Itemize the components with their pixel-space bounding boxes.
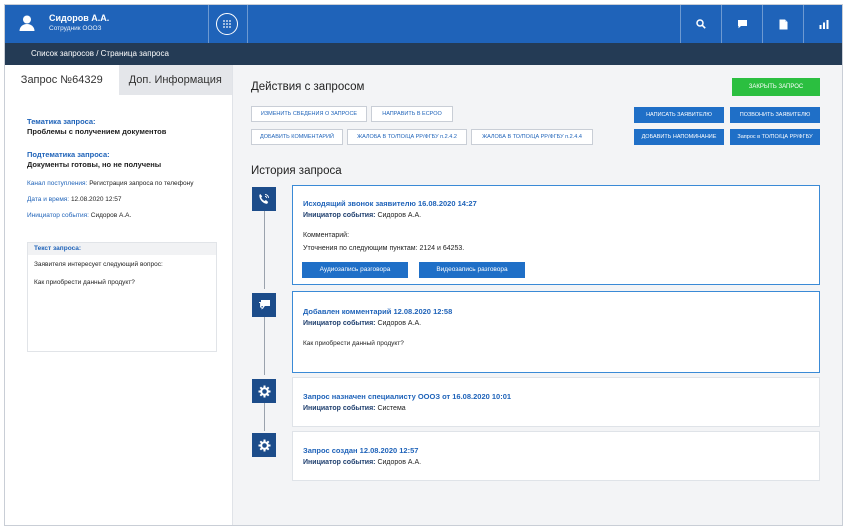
request-text-line: Заявителя интересует следующий вопрос: — [34, 261, 163, 268]
channel-row: Канал поступления: Регистрация запроса п… — [5, 179, 232, 188]
user-icon — [15, 11, 39, 35]
history-item-title[interactable]: Запрос создан 12.08.2020 12:57 — [303, 446, 418, 455]
initiator-label: Инициатор события: — [27, 212, 89, 219]
details-tabs: Запрос №64329 Доп. Информация — [5, 65, 232, 95]
history-item-title[interactable]: Исходящий звонок заявителю 16.08.2020 14… — [303, 199, 477, 208]
datetime-value: 12.08.2020 12:57 — [70, 196, 122, 203]
close-request-button[interactable]: ЗАКРЫТЬ ЗАПРОС — [732, 78, 820, 96]
gear-icon — [252, 379, 276, 403]
history-item-title[interactable]: Запрос назначен специалисту ОООЗ от 16.0… — [303, 392, 511, 401]
topic-field: Тематика запроса: Проблемы с получением … — [5, 117, 232, 137]
history-item-initiator: Инициатор события: Сидоров А.А. — [303, 212, 421, 219]
channel-label: Канал поступления: — [27, 180, 88, 187]
tab-additional-info[interactable]: Доп. Информация — [118, 65, 232, 95]
subtopic-label: Подтематика запроса: — [27, 150, 110, 159]
initiator-value: Сидоров А.А. — [90, 212, 132, 219]
initiator-label: Инициатор события: — [303, 405, 376, 412]
history-item: Добавлен комментарий 12.08.2020 12:58 Ин… — [292, 291, 820, 373]
topic-label: Тематика запроса: — [27, 117, 96, 126]
timeline-connector — [264, 317, 265, 375]
datetime-row: Дата и время: 12.08.2020 12:57 — [5, 195, 232, 204]
history-item: Запрос назначен специалисту ОООЗ от 16.0… — [292, 377, 820, 427]
comment-text: Как приобрести данный продукт? — [303, 340, 404, 347]
initiator-value: Система — [377, 405, 406, 412]
add-reminder-button[interactable]: ДОБАВИТЬ НАПОМИНАНИЕ — [634, 129, 724, 145]
timeline-connector — [264, 211, 265, 289]
header-divider — [208, 5, 209, 43]
initiator-label: Инициатор события: — [303, 212, 376, 219]
user-name: Сидоров А.А. — [49, 12, 110, 23]
history-item-title[interactable]: Добавлен комментарий 12.08.2020 12:58 — [303, 307, 452, 316]
history-title: История запроса — [251, 165, 342, 177]
user-block[interactable]: Сидоров А.А. Сотрудник ОООЗ — [15, 11, 109, 35]
comment-icon — [252, 293, 276, 317]
topic-value: Проблемы с получением документов — [27, 127, 167, 136]
add-comment-button[interactable]: ДОБАВИТЬ КОММЕНТАРИЙ — [251, 129, 343, 145]
request-details-panel: Запрос №64329 Доп. Информация Тематика з… — [5, 65, 233, 525]
initiator-row: Инициатор события: Сидоров А.А. — [5, 211, 232, 220]
initiator-label: Инициатор события: — [303, 459, 376, 466]
change-info-button[interactable]: ИЗМЕНИТЬ СВЕДЕНИЯ О ЗАПРОСЕ — [251, 106, 367, 122]
header-divider — [247, 5, 248, 43]
request-text-label: Текст запроса: — [28, 243, 216, 255]
timeline-connector — [264, 403, 265, 431]
history-item-initiator: Инициатор события: Сидоров А.А. — [303, 459, 421, 466]
request-text-box: Текст запроса: Заявителя интересует след… — [27, 242, 217, 352]
document-icon[interactable] — [763, 5, 803, 43]
complaint-244-button[interactable]: ЖАЛОБА В ТО/ПО/ЦА РР/ФГБУ п.2.4.4 — [471, 129, 593, 145]
write-applicant-button[interactable]: НАПИСАТЬ ЗАЯВИТЕЛЮ — [634, 107, 724, 123]
breadcrumb[interactable]: Список запросов / Страница запроса — [5, 43, 842, 65]
phone-icon — [252, 187, 276, 211]
audio-record-button[interactable]: Аудиозапись разговора — [302, 262, 408, 278]
actions-title: Действия с запросом — [251, 81, 365, 93]
send-escoo-button[interactable]: НАПРАВИТЬ В ЕСРОО — [371, 106, 453, 122]
initiator-value: Сидоров А.А. — [377, 320, 422, 327]
stats-icon[interactable] — [804, 5, 842, 43]
request-to-button[interactable]: Запрос в ТО/ПО/ЦА РР/ФГБУ — [730, 129, 820, 145]
history-item: Исходящий звонок заявителю 16.08.2020 14… — [292, 185, 820, 285]
datetime-label: Дата и время: — [27, 196, 70, 203]
subtopic-value: Документы готовы, но не получены — [27, 160, 162, 169]
initiator-label: Инициатор события: — [303, 320, 376, 327]
search-icon[interactable] — [681, 5, 721, 43]
comment-text: Уточнения по следующим пунктам: 2124 и 6… — [303, 245, 465, 252]
chat-icon[interactable] — [722, 5, 762, 43]
app-frame: Сидоров А.А. Сотрудник ОООЗ Список запро… — [4, 4, 843, 526]
history-item-initiator: Инициатор события: Сидоров А.А. — [303, 320, 421, 327]
initiator-value: Сидоров А.А. — [377, 212, 422, 219]
history-item: Запрос создан 12.08.2020 12:57 Инициатор… — [292, 431, 820, 481]
dialpad-icon[interactable] — [216, 13, 238, 35]
request-text-line: Как приобрести данный продукт? — [34, 279, 135, 286]
channel-value: Регистрация запроса по телефону — [89, 180, 194, 187]
comment-label: Комментарий: — [303, 232, 350, 239]
video-record-button[interactable]: Видеозапись разговора — [419, 262, 525, 278]
user-role: Сотрудник ОООЗ — [49, 24, 102, 32]
subtopic-field: Подтематика запроса: Документы готовы, н… — [5, 150, 232, 170]
gear-icon — [252, 433, 276, 457]
top-bar: Сидоров А.А. Сотрудник ОООЗ — [5, 5, 842, 43]
complaint-242-button[interactable]: ЖАЛОБА В ТО/ПО/ЦА РР/ФГБУ п.2.4.2 — [347, 129, 467, 145]
call-applicant-button[interactable]: ПОЗВОНИТЬ ЗАЯВИТЕЛЮ — [730, 107, 820, 123]
history-item-initiator: Инициатор события: Система — [303, 405, 406, 412]
initiator-value: Сидоров А.А. — [377, 459, 422, 466]
tab-request[interactable]: Запрос №64329 — [5, 65, 119, 95]
